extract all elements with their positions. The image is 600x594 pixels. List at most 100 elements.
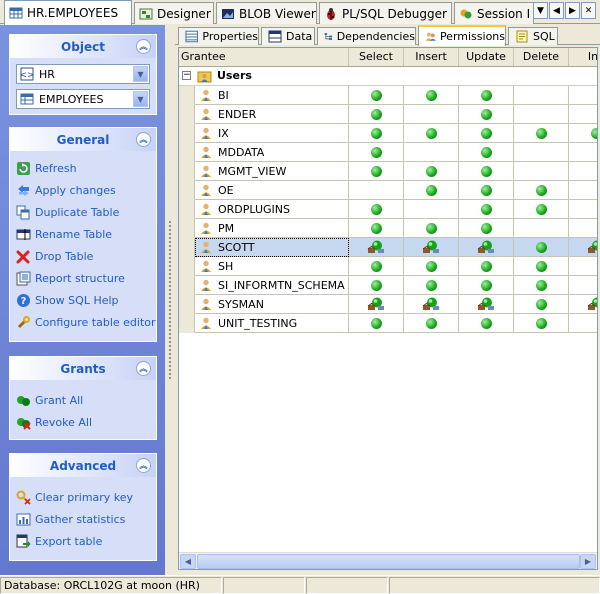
table-row[interactable]: ENDER	[179, 105, 597, 124]
grants-panel-header[interactable]: Grants ︽	[10, 357, 156, 380]
collapse-advanced-panel-button[interactable]: ︽	[136, 458, 151, 473]
grantee-cell[interactable]: PM	[195, 219, 349, 238]
permission-cell-insert[interactable]	[404, 219, 459, 238]
permission-cell-delete[interactable]	[514, 105, 569, 124]
table-row[interactable]: SH	[179, 257, 597, 276]
permission-cell-update[interactable]	[459, 257, 514, 276]
table-row[interactable]: SCOTT	[179, 238, 597, 257]
collapse-object-panel-button[interactable]: ︽	[136, 39, 151, 54]
table-row[interactable]: OE	[179, 181, 597, 200]
permission-cell-delete[interactable]	[514, 257, 569, 276]
permission-cell-select[interactable]	[349, 200, 404, 219]
permission-cell-update[interactable]	[459, 143, 514, 162]
permission-cell-update[interactable]	[459, 295, 514, 314]
permission-cell-index[interactable]	[569, 143, 597, 162]
tab-permissions[interactable]: Permissions	[418, 25, 506, 46]
permission-cell-update[interactable]	[459, 200, 514, 219]
scroll-left-button[interactable]: ◀	[180, 554, 196, 569]
permission-cell-index[interactable]	[569, 295, 597, 314]
permission-cell-select[interactable]	[349, 105, 404, 124]
permission-cell-index[interactable]	[569, 257, 597, 276]
grantee-cell[interactable]: MGMT_VIEW	[195, 162, 349, 181]
permission-cell-delete[interactable]	[514, 200, 569, 219]
table-row[interactable]: ORDPLUGINS	[179, 200, 597, 219]
permission-cell-insert[interactable]	[404, 257, 459, 276]
table-select[interactable]: EMPLOYEES ▼	[16, 89, 150, 109]
column-header-delete[interactable]: Delete	[514, 48, 569, 66]
permission-cell-delete[interactable]	[514, 276, 569, 295]
grantee-cell[interactable]: IX	[195, 124, 349, 143]
table-row[interactable]: UNIT_TESTING	[179, 314, 597, 333]
table-row[interactable]: MGMT_VIEW	[179, 162, 597, 181]
column-header-update[interactable]: Update	[459, 48, 514, 66]
collapse-group-button[interactable]: −	[182, 71, 191, 80]
collapse-grants-panel-button[interactable]: ︽	[136, 361, 151, 376]
object-panel-header[interactable]: Object ︽	[10, 35, 156, 58]
tab-sql[interactable]: SQL	[508, 27, 558, 45]
permission-cell-index[interactable]	[569, 200, 597, 219]
grantee-cell[interactable]: SI_INFORMTN_SCHEMA	[195, 276, 349, 295]
table-row[interactable]: IX	[179, 124, 597, 143]
duplicate-table-link[interactable]: Duplicate Table	[16, 201, 150, 223]
permission-cell-select[interactable]	[349, 257, 404, 276]
doc-tab-blob-viewer[interactable]: BLOB Viewer	[216, 2, 317, 24]
permission-cell-index[interactable]	[569, 105, 597, 124]
permission-cell-insert[interactable]	[404, 314, 459, 333]
show-sql-help-link[interactable]: ? Show SQL Help	[16, 289, 150, 311]
scrollbar-thumb[interactable]	[197, 554, 580, 569]
grantee-cell[interactable]: MDDATA	[195, 143, 349, 162]
apply-changes-link[interactable]: Apply changes	[16, 179, 150, 201]
column-header-select[interactable]: Select	[349, 48, 404, 66]
column-header-grantee[interactable]: Grantee	[179, 48, 349, 66]
permission-cell-select[interactable]	[349, 295, 404, 314]
refresh-link[interactable]: Refresh	[16, 157, 150, 179]
grantee-cell[interactable]: OE	[195, 181, 349, 200]
permission-cell-select[interactable]	[349, 276, 404, 295]
permission-cell-select[interactable]	[349, 181, 404, 200]
permission-cell-update[interactable]	[459, 238, 514, 257]
collapse-general-panel-button[interactable]: ︽	[136, 132, 151, 147]
doc-tab-hr-employees[interactable]: HR.EMPLOYEES	[4, 0, 132, 25]
permission-cell-update[interactable]	[459, 314, 514, 333]
chevron-down-icon[interactable]: ▼	[133, 66, 148, 82]
permission-cell-select[interactable]	[349, 219, 404, 238]
grantee-cell[interactable]: SYSMAN	[195, 295, 349, 314]
permission-cell-delete[interactable]	[514, 219, 569, 238]
scroll-right-button[interactable]: ▶	[580, 554, 596, 569]
grantee-cell[interactable]: BI	[195, 86, 349, 105]
permission-cell-insert[interactable]	[404, 143, 459, 162]
export-table-link[interactable]: Export table	[16, 530, 150, 552]
column-header-index[interactable]: Ind	[569, 48, 597, 66]
grantee-cell[interactable]: SH	[195, 257, 349, 276]
configure-table-editor-link[interactable]: Configure table editor	[16, 311, 156, 333]
chevron-down-icon[interactable]: ▼	[133, 91, 148, 107]
permission-cell-index[interactable]	[569, 238, 597, 257]
permission-cell-insert[interactable]	[404, 200, 459, 219]
permission-cell-update[interactable]	[459, 105, 514, 124]
general-panel-header[interactable]: General ︽	[10, 128, 156, 151]
table-row[interactable]: MDDATA	[179, 143, 597, 162]
permission-cell-insert[interactable]	[404, 124, 459, 143]
gather-statistics-link[interactable]: Gather statistics	[16, 508, 150, 530]
rename-table-link[interactable]: Rename Table	[16, 223, 150, 245]
tab-data[interactable]: Data	[261, 27, 315, 45]
tab-dependencies[interactable]: Dependencies	[317, 27, 416, 45]
permission-cell-insert[interactable]	[404, 276, 459, 295]
tab-properties[interactable]: Properties	[178, 27, 259, 45]
grantee-cell[interactable]: UNIT_TESTING	[195, 314, 349, 333]
permission-cell-index[interactable]	[569, 181, 597, 200]
permission-cell-update[interactable]	[459, 219, 514, 238]
permission-cell-insert[interactable]	[404, 105, 459, 124]
permission-cell-select[interactable]	[349, 238, 404, 257]
advanced-panel-header[interactable]: Advanced ︽	[10, 454, 156, 477]
permission-cell-update[interactable]	[459, 124, 514, 143]
permission-cell-index[interactable]	[569, 314, 597, 333]
permission-cell-select[interactable]	[349, 143, 404, 162]
drop-table-link[interactable]: Drop Table	[16, 245, 150, 267]
horizontal-scrollbar[interactable]: ◀ ▶	[179, 552, 597, 569]
table-row[interactable]: SYSMAN	[179, 295, 597, 314]
doc-tab-designer[interactable]: Designer	[134, 2, 214, 24]
revoke-all-link[interactable]: Revoke All	[16, 411, 150, 433]
table-row[interactable]: BI	[179, 86, 597, 105]
schema-select[interactable]: <> HR ▼	[16, 64, 150, 84]
